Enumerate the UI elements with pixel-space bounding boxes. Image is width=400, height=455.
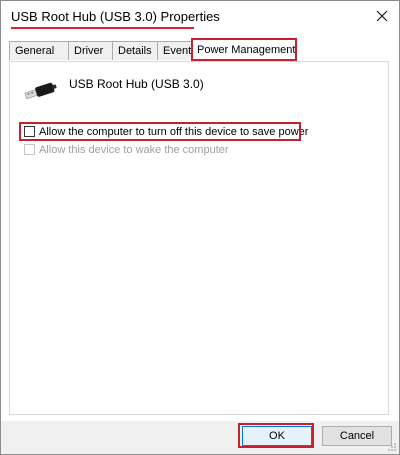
title-bar[interactable]: USB Root Hub (USB 3.0) Properties: [1, 1, 399, 33]
usb-connector-icon: [24, 82, 57, 100]
tab-general[interactable]: General: [9, 41, 69, 60]
close-icon: [376, 10, 388, 22]
allow-wake-checkbox: [24, 144, 35, 155]
allow-wake-option: Allow this device to wake the computer: [24, 142, 229, 157]
tab-driver[interactable]: Driver: [68, 41, 113, 60]
tab-panel: [9, 61, 389, 415]
tab-power-management[interactable]: Power Management: [191, 39, 297, 61]
tab-details[interactable]: Details: [112, 41, 158, 60]
ok-button[interactable]: OK: [242, 426, 312, 446]
resize-grip-icon[interactable]: [387, 442, 397, 452]
allow-wake-label: Allow this device to wake the computer: [39, 143, 229, 156]
title-underline: [11, 27, 194, 29]
cancel-button[interactable]: Cancel: [322, 426, 392, 446]
close-button[interactable]: [373, 7, 391, 25]
window-title: USB Root Hub (USB 3.0) Properties: [11, 9, 220, 24]
allow-turn-off-label[interactable]: Allow the computer to turn off this devi…: [39, 126, 308, 138]
device-name: USB Root Hub (USB 3.0): [69, 77, 204, 91]
allow-turn-off-option[interactable]: Allow the computer to turn off this devi…: [24, 124, 308, 139]
properties-dialog: USB Root Hub (USB 3.0) Properties Genera…: [0, 0, 400, 455]
allow-turn-off-checkbox[interactable]: [24, 126, 35, 137]
